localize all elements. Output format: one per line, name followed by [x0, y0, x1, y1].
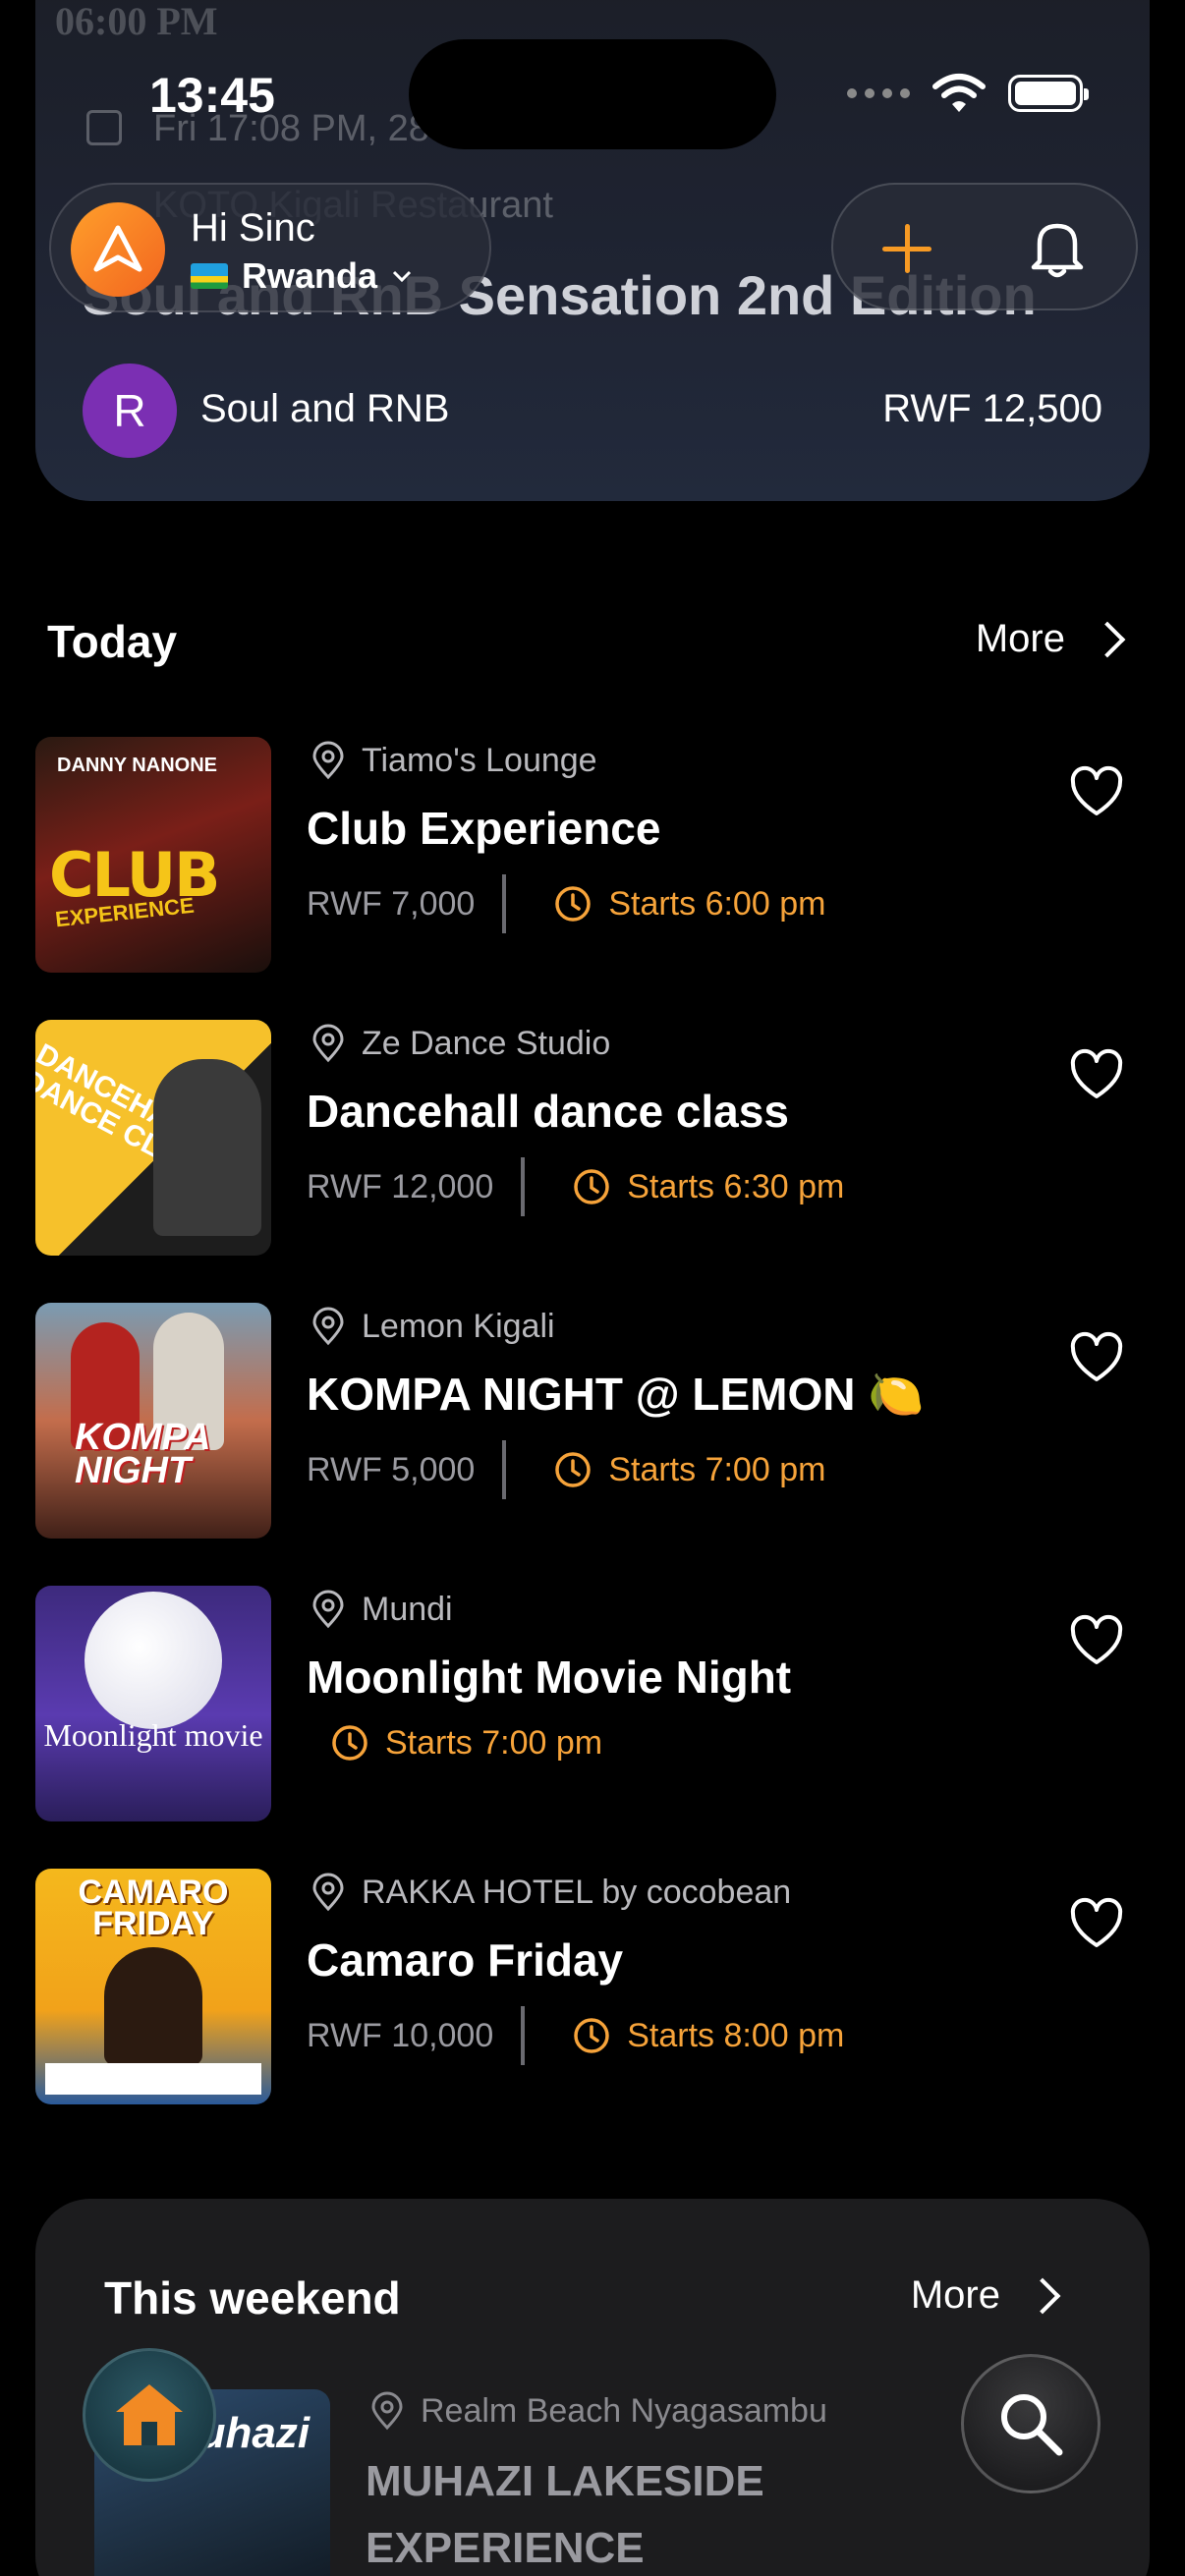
location-pin-icon: [312, 741, 344, 780]
header-actions: [831, 183, 1138, 310]
event-start: Starts 7:00 pm: [330, 1723, 602, 1763]
event-title: Moonlight Movie Night: [307, 1652, 792, 1703]
event-meta: RWF 12,000 Starts 6:30 pm: [307, 1157, 844, 1216]
event-meta: RWF 10,000 Starts 8:00 pm: [307, 2006, 844, 2065]
today-heading: Today: [47, 616, 178, 667]
weekend-heading: This weekend: [104, 2272, 401, 2324]
event-start: Starts 7:00 pm: [553, 1450, 825, 1489]
event-meta: RWF 7,000 Starts 6:00 pm: [307, 874, 825, 933]
event-meta: RWF 5,000 Starts 7:00 pm: [307, 1440, 825, 1499]
event-meta: Starts 7:00 pm: [307, 1723, 602, 1763]
clock-icon: [555, 886, 592, 922]
location-selector[interactable]: Hi Sinc Rwanda: [49, 183, 491, 312]
favorite-heart-icon[interactable]: [1067, 1896, 1126, 1951]
event-thumbnail: DANNY NANONE CLUB EXPERIENCE: [35, 737, 271, 973]
location-pin-icon: [371, 2391, 403, 2431]
clock-icon: [555, 1452, 592, 1487]
clock-icon: [574, 2018, 609, 2053]
favorite-heart-icon[interactable]: [1067, 764, 1126, 819]
event-price: RWF 10,000: [307, 2016, 494, 2054]
event-thumbnail: DANCEHALL DANCE CLASS: [35, 1020, 271, 1256]
featured-event-price: RWF 12,500: [882, 387, 1102, 430]
event-item[interactable]: CAMARO FRIDAY RAKKA HOTEL by cocobean Ca…: [35, 1869, 1150, 2106]
event-title[interactable]: MUHAZI LAKESIDE EXPERIENCE: [366, 2448, 916, 2576]
home-button[interactable]: [83, 2348, 216, 2482]
event-start: Starts 8:00 pm: [572, 2016, 844, 2055]
chevron-right-icon: [1024, 2277, 1061, 2314]
clock-icon: [332, 1725, 367, 1761]
search-icon: [1001, 2394, 1063, 2456]
divider: [502, 1440, 507, 1499]
chevron-down-icon: [392, 270, 412, 283]
event-venue: Tiamo's Lounge: [310, 741, 597, 780]
dynamic-island: [409, 39, 776, 149]
calendar-icon: [86, 110, 122, 145]
weekend-more-link[interactable]: More: [910, 2273, 1061, 2318]
event-venue: Realm Beach Nyagasambu: [369, 2391, 827, 2431]
event-price: RWF 12,000: [307, 1167, 494, 1205]
event-start: Starts 6:30 pm: [572, 1167, 844, 1206]
location-pin-icon: [312, 1307, 344, 1346]
event-price: RWF 5,000: [307, 1450, 476, 1488]
favorite-heart-icon[interactable]: [1067, 1330, 1126, 1385]
battery-icon: [1008, 75, 1089, 112]
rwanda-flag-icon: [191, 263, 228, 289]
bell-icon[interactable]: [1020, 210, 1095, 285]
event-item[interactable]: DANCEHALL DANCE CLASS Ze Dance Studio Da…: [35, 1020, 1150, 1258]
plus-icon[interactable]: [873, 214, 941, 283]
chevron-right-icon: [1089, 621, 1126, 657]
location-pin-icon: [312, 1873, 344, 1912]
event-venue: RAKKA HOTEL by cocobean: [310, 1873, 791, 1912]
event-title: KOMPA NIGHT @ LEMON 🍋: [307, 1369, 925, 1420]
event-item[interactable]: Moonlight movie Mundi Moonlight Movie Ni…: [35, 1586, 1150, 1823]
location-pin-icon: [312, 1590, 344, 1629]
event-thumbnail: CAMARO FRIDAY: [35, 1869, 271, 2104]
event-item[interactable]: DANNY NANONE CLUB EXPERIENCE Tiamo's Lou…: [35, 737, 1150, 975]
divider: [502, 874, 507, 933]
favorite-heart-icon[interactable]: [1067, 1613, 1126, 1668]
app-logo-icon: [71, 202, 165, 297]
event-venue: Ze Dance Studio: [310, 1024, 610, 1063]
country-selector[interactable]: Rwanda: [191, 255, 413, 297]
event-venue: Lemon Kigali: [310, 1307, 555, 1346]
featured-event-time: 06:00 PM: [55, 0, 218, 43]
location-pin-icon: [312, 1024, 344, 1063]
event-venue: Mundi: [310, 1590, 453, 1629]
greeting-text: Hi Sinc: [191, 206, 315, 250]
more-label: More: [975, 617, 1065, 660]
wifi-icon: [932, 74, 986, 112]
country-name: Rwanda: [242, 255, 378, 296]
organizer-name: Soul and RNB: [200, 387, 450, 430]
event-start: Starts 6:00 pm: [553, 884, 825, 924]
home-icon: [116, 2384, 183, 2445]
status-time: 13:45: [149, 68, 275, 123]
event-title: Camaro Friday: [307, 1934, 624, 1986]
event-item[interactable]: KOMPA NIGHT Lemon Kigali KOMPA NIGHT @ L…: [35, 1303, 1150, 1540]
cellular-icon: [847, 88, 910, 98]
status-icons: [847, 73, 1089, 114]
search-button[interactable]: [961, 2354, 1100, 2493]
favorite-heart-icon[interactable]: [1067, 1047, 1126, 1102]
divider: [521, 2006, 526, 2065]
today-more-link[interactable]: More: [975, 617, 1126, 661]
divider: [521, 1157, 526, 1216]
more-label: More: [910, 2273, 1000, 2317]
event-title: Dancehall dance class: [307, 1086, 789, 1137]
event-price: RWF 7,000: [307, 884, 476, 923]
clock-icon: [574, 1169, 609, 1204]
event-title: Club Experience: [307, 803, 661, 854]
event-thumbnail: Moonlight movie: [35, 1586, 271, 1821]
event-thumbnail: KOMPA NIGHT: [35, 1303, 271, 1539]
organizer-avatar: R: [83, 364, 177, 458]
